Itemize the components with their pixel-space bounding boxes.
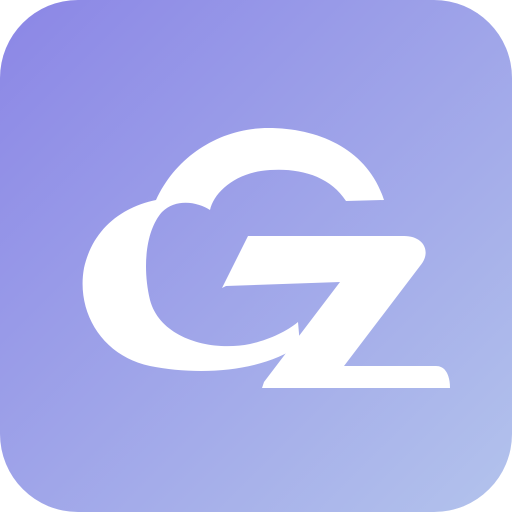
app-icon-graphic xyxy=(0,0,512,512)
app-icon[interactable] xyxy=(0,0,512,512)
